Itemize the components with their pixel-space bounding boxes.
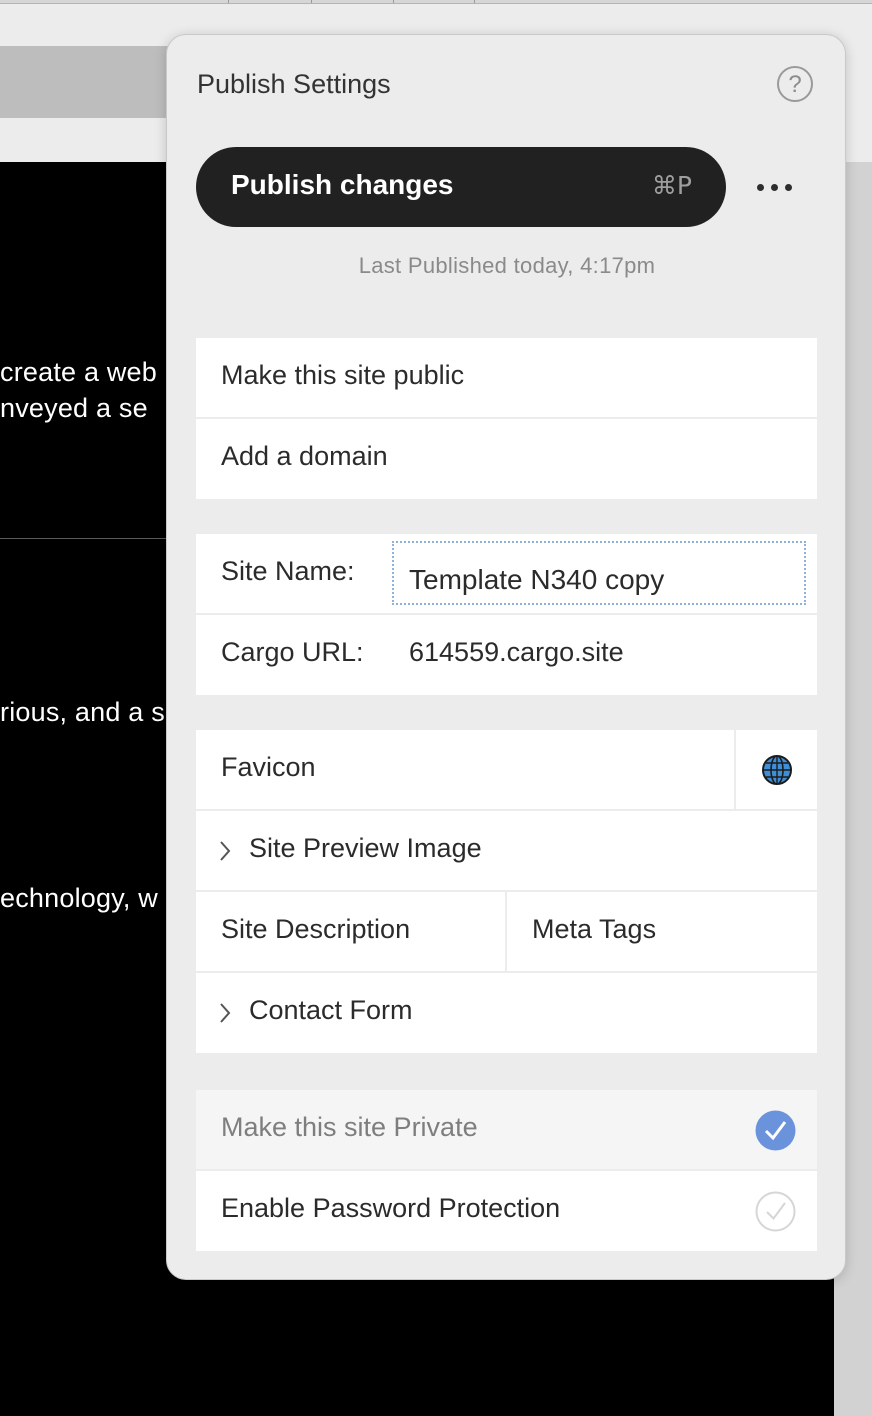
keyboard-shortcut-hint: ⌘P <box>651 171 692 200</box>
toolbar-divider <box>228 0 229 3</box>
publish-button-label: Publish changes <box>231 169 454 200</box>
canvas-text-line: create a web <box>0 357 157 387</box>
privacy-group: Make this site Private Enable Password P… <box>196 1090 817 1251</box>
site-name-row: Site Name: <box>196 534 817 615</box>
site-preview-image-label: Site Preview Image <box>249 833 482 863</box>
panel-title: Publish Settings <box>197 69 391 99</box>
top-toolbar-edge <box>0 0 872 4</box>
help-icon[interactable]: ? <box>777 66 813 102</box>
metadata-group: Favicon Site Preview Image Site Descript… <box>196 730 817 1053</box>
make-private-label: Make this site Private <box>221 1112 478 1142</box>
favicon-row[interactable]: Favicon <box>196 730 817 811</box>
favicon-label: Favicon <box>221 752 316 782</box>
site-description-button[interactable]: Site Description <box>221 914 410 945</box>
divider <box>734 730 736 809</box>
password-protection-row[interactable]: Enable Password Protection <box>196 1171 817 1251</box>
unchecked-checkbox-icon[interactable] <box>755 1191 796 1232</box>
toolbar-divider <box>474 0 475 3</box>
cargo-url-row: Cargo URL: 614559.cargo.site <box>196 615 817 695</box>
checked-checkbox-icon[interactable] <box>755 1110 796 1151</box>
visibility-group: Make this site public Add a domain <box>196 338 817 499</box>
cargo-url-label: Cargo URL: <box>221 637 364 667</box>
last-published-status: Last Published today, 4:17pm <box>358 253 656 278</box>
add-domain-label: Add a domain <box>221 441 388 471</box>
password-protection-label: Enable Password Protection <box>221 1193 561 1223</box>
publish-settings-panel: Publish Settings ? Publish changes ⌘P La… <box>166 34 846 1280</box>
site-name-label: Site Name: <box>221 556 355 586</box>
toolbar-divider <box>311 0 312 3</box>
chevron-right-icon <box>220 841 231 861</box>
site-name-input[interactable] <box>392 541 806 605</box>
more-options-icon[interactable] <box>755 172 795 202</box>
make-public-label: Make this site public <box>221 360 465 390</box>
canvas-text-line: echnology, w <box>0 883 158 913</box>
contact-form-label: Contact Form <box>249 995 413 1025</box>
toolbar-divider <box>393 0 394 3</box>
globe-icon[interactable] <box>761 754 793 786</box>
make-public-row[interactable]: Make this site public <box>196 338 817 419</box>
site-info-group: Site Name: Cargo URL: 614559.cargo.site <box>196 534 817 695</box>
canvas-text-line: nveyed a se <box>0 393 148 423</box>
publish-changes-button[interactable]: Publish changes ⌘P <box>196 147 726 227</box>
make-private-row[interactable]: Make this site Private <box>196 1090 817 1171</box>
chevron-right-icon <box>220 1003 231 1023</box>
meta-tags-button[interactable]: Meta Tags <box>532 914 656 945</box>
contact-form-row[interactable]: Contact Form <box>196 973 817 1053</box>
add-domain-row[interactable]: Add a domain <box>196 419 817 499</box>
canvas-text-line: rious, and a s <box>0 697 165 727</box>
divider <box>505 892 507 973</box>
cargo-url-value[interactable]: 614559.cargo.site <box>409 637 624 668</box>
description-tags-row: Site Description Meta Tags <box>196 892 817 973</box>
site-preview-image-row[interactable]: Site Preview Image <box>196 811 817 892</box>
